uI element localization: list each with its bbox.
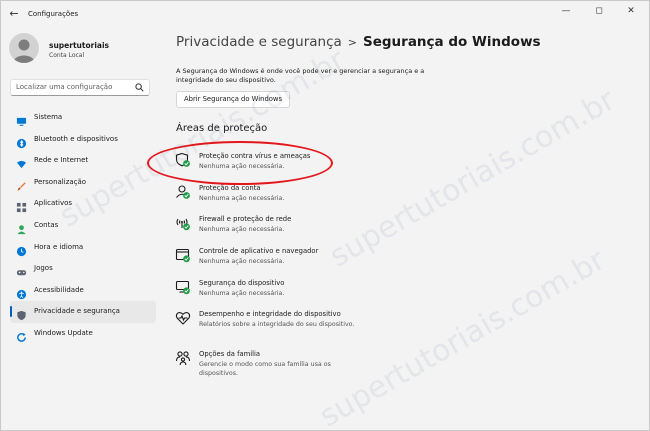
- heart-pulse-icon: [175, 310, 191, 326]
- sidebar-item-label: Windows Update: [34, 328, 93, 337]
- sidebar-item-accessibility[interactable]: Acessibilidade: [10, 280, 156, 302]
- protection-area-status: Nenhuma ação necessária.: [199, 163, 285, 170]
- accessibility-icon: [16, 285, 27, 299]
- gamepad-icon: [16, 263, 27, 276]
- update-icon: [16, 328, 27, 342]
- protection-area-title[interactable]: Opções da família: [199, 350, 260, 358]
- search-icon[interactable]: [135, 83, 144, 92]
- sidebar-item-globe-clock[interactable]: Hora e idioma: [10, 237, 156, 259]
- protection-area-title[interactable]: Desempenho e integridade do dispositivo: [199, 310, 341, 318]
- protection-area-account-protection[interactable]: Proteção da conta Nenhuma ação necessária…: [175, 184, 435, 206]
- user-name: supertutoriais: [49, 41, 109, 50]
- protection-area-heart-pulse[interactable]: Desempenho e integridade do dispositivo R…: [175, 310, 435, 340]
- breadcrumb: Privacidade e segurança > Segurança do Win…: [176, 34, 541, 50]
- brush-icon: [16, 177, 27, 191]
- breadcrumb-separator: >: [347, 36, 358, 49]
- sidebar-item-update[interactable]: Windows Update: [10, 323, 156, 345]
- protection-area-firewall[interactable]: Firewall e proteção de rede Nenhuma ação …: [175, 215, 435, 237]
- device-security-icon: [175, 279, 191, 295]
- protection-area-title[interactable]: Controle de aplicativo e navegador: [199, 247, 318, 255]
- avatar: [9, 33, 39, 63]
- protection-area-title[interactable]: Proteção da conta: [199, 184, 261, 192]
- sidebar-item-label: Hora e idioma: [34, 242, 84, 251]
- protection-area-title[interactable]: Firewall e proteção de rede: [199, 215, 291, 223]
- page-title: Segurança do Windows: [363, 34, 541, 50]
- title-bar: ← Configurações — ◻ ✕: [1, 1, 649, 29]
- family-icon: [175, 350, 191, 366]
- apps-icon: [16, 198, 27, 213]
- user-role: Conta Local: [49, 52, 85, 59]
- virus-shield-icon: [175, 152, 191, 168]
- globe-clock-icon: [16, 242, 27, 256]
- sidebar-item-label: Personalização: [34, 177, 87, 186]
- protection-area-family[interactable]: Opções da família Gerencie o modo como su…: [175, 350, 435, 380]
- page-description: A Segurança do Windows é onde você pode …: [176, 67, 425, 84]
- monitor-icon: [16, 112, 27, 126]
- protection-area-status: Relatórios sobre a integridade do seu di…: [199, 321, 355, 328]
- section-title: Áreas de proteção: [176, 123, 268, 134]
- sidebar-item-wifi[interactable]: Rede e Internet: [10, 150, 156, 172]
- sidebar-item-monitor[interactable]: Sistema: [10, 107, 156, 129]
- settings-window: ← Configurações — ◻ ✕ supertutoriais Con…: [0, 0, 650, 431]
- sidebar-item-brush[interactable]: Personalização: [10, 172, 156, 194]
- sidebar-item-label: Privacidade e segurança: [34, 307, 120, 316]
- account-icon: [16, 220, 27, 235]
- firewall-icon: [175, 215, 191, 231]
- maximize-button[interactable]: ◻: [591, 4, 607, 18]
- sidebar-item-label: Rede e Internet: [34, 156, 89, 165]
- account-protection-icon: [175, 184, 191, 200]
- protection-area-app-browser[interactable]: Controle de aplicativo e navegador Nenhum…: [175, 247, 435, 269]
- open-windows-security-button[interactable]: Abrir Segurança do Windows: [176, 91, 291, 108]
- shield-icon: [16, 306, 27, 321]
- app-title: Configurações: [28, 10, 79, 18]
- protection-area-title[interactable]: Proteção contra vírus e ameaças: [199, 152, 310, 160]
- sidebar-nav: Sistema Bluetooth e dispositivos Rede e In…: [10, 107, 156, 345]
- search-box[interactable]: [10, 79, 150, 96]
- protection-area-status: Nenhuma ação necessária.: [199, 290, 285, 297]
- minimize-button[interactable]: —: [558, 4, 574, 18]
- watermark: supertutoriais.com.br: [323, 82, 622, 275]
- breadcrumb-parent[interactable]: Privacidade e segurança: [176, 34, 342, 50]
- sidebar-item-label: Acessibilidade: [34, 285, 84, 294]
- sidebar-item-label: Sistema: [34, 113, 63, 121]
- protection-area-virus-shield[interactable]: Proteção contra vírus e ameaças Nenhuma a…: [175, 152, 435, 174]
- protection-area-status: Gerencie o modo como sua família usa os …: [199, 361, 331, 377]
- sidebar-item-gamepad[interactable]: Jogos: [10, 258, 156, 280]
- sidebar-item-apps[interactable]: Aplicativos: [10, 193, 156, 215]
- wifi-icon: [16, 155, 27, 169]
- sidebar-item-shield[interactable]: Privacidade e segurança: [10, 301, 156, 323]
- sidebar-item-label: Jogos: [34, 264, 53, 273]
- protection-area-device-security[interactable]: Segurança do dispositivo Nenhuma ação nec…: [175, 279, 435, 301]
- sidebar-item-bluetooth[interactable]: Bluetooth e dispositivos: [10, 129, 156, 151]
- back-arrow-icon[interactable]: ←: [7, 7, 21, 21]
- protection-area-status: Nenhuma ação necessária.: [199, 226, 285, 233]
- search-input[interactable]: [16, 83, 131, 91]
- user-silhouette-icon: [13, 39, 35, 63]
- close-button[interactable]: ✕: [623, 4, 639, 18]
- sidebar-item-label: Aplicativos: [34, 199, 73, 208]
- protection-area-title[interactable]: Segurança do dispositivo: [199, 279, 284, 287]
- app-browser-icon: [175, 247, 191, 263]
- bluetooth-icon: [16, 134, 27, 148]
- sidebar-item-account[interactable]: Contas: [10, 215, 156, 237]
- protection-area-status: Nenhuma ação necessária.: [199, 195, 285, 202]
- sidebar-item-label: Contas: [34, 220, 59, 229]
- protection-area-status: Nenhuma ação necessária.: [199, 258, 285, 265]
- sidebar-item-label: Bluetooth e dispositivos: [34, 134, 118, 143]
